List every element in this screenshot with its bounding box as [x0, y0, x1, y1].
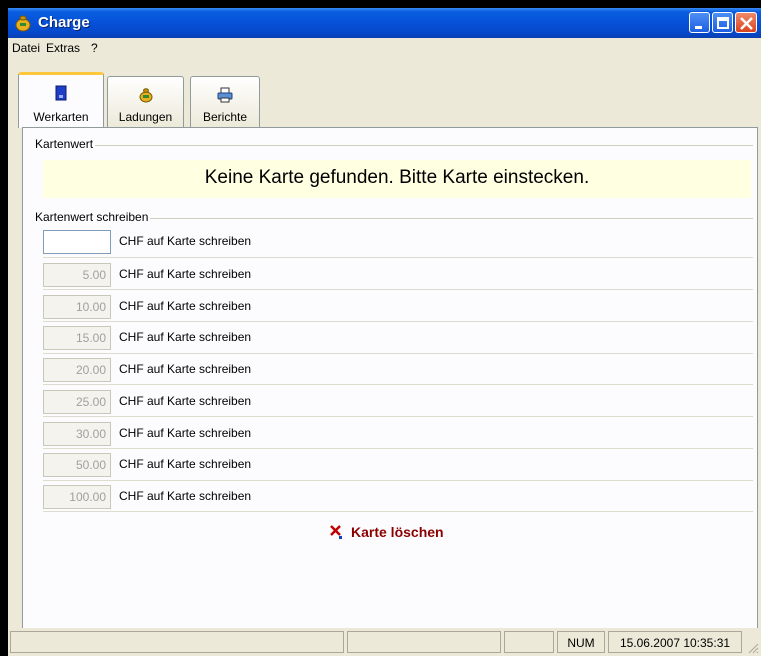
menu-datei[interactable]: Datei: [12, 41, 40, 55]
tab-strip: Werkarten Ladungen Berichte: [8, 58, 761, 128]
status-bar: NUM 15.06.2007 10:35:31: [8, 628, 761, 656]
tab-werkarten[interactable]: Werkarten: [18, 72, 104, 128]
title-bar[interactable]: Charge: [8, 8, 761, 38]
row-divider: [43, 448, 753, 449]
window-title: Charge: [38, 14, 90, 31]
row-divider: [43, 289, 753, 290]
row-divider: [43, 321, 753, 322]
group-label-kartenwert: Kartenwert: [35, 137, 96, 151]
tab-panel-werkarten: Kartenwert Keine Karte gefunden. Bitte K…: [22, 127, 758, 629]
minimize-icon: [695, 26, 702, 29]
datetime-text: 15.06.2007 10:35:31: [619, 636, 731, 650]
status-pane: [504, 631, 554, 653]
app-window: Charge Datei Extras ? Werkarten Ladungen…: [8, 8, 761, 656]
menu-help[interactable]: ?: [91, 41, 98, 55]
menu-extras[interactable]: Extras: [46, 41, 80, 55]
write-to-card-label[interactable]: CHF auf Karte schreiben: [119, 426, 251, 440]
datetime-pane: 15.06.2007 10:35:31: [608, 631, 742, 653]
row-divider: [43, 511, 753, 512]
preset-amount-field: 5.00: [43, 263, 111, 287]
resize-grip-icon[interactable]: [747, 642, 759, 654]
preset-amount-field: 20.00: [43, 358, 111, 382]
preset-amount-field: 10.00: [43, 295, 111, 319]
maximize-button[interactable]: [712, 12, 733, 33]
close-icon: [740, 17, 753, 30]
close-button[interactable]: [735, 12, 757, 33]
write-to-card-label[interactable]: CHF auf Karte schreiben: [119, 362, 251, 376]
custom-amount-input[interactable]: [43, 230, 111, 254]
preset-amount-field: 25.00: [43, 390, 111, 414]
status-pane: [347, 631, 501, 653]
card-status-message: Keine Karte gefunden. Bitte Karte einste…: [43, 160, 751, 198]
row-divider: [43, 353, 753, 354]
group-divider: [43, 145, 753, 146]
preset-amount-field: 30.00: [43, 422, 111, 446]
write-to-card-label[interactable]: CHF auf Karte schreiben: [119, 234, 251, 248]
delete-card-label: Karte löschen: [351, 524, 444, 540]
write-to-card-label[interactable]: CHF auf Karte schreiben: [119, 394, 251, 408]
write-to-card-label[interactable]: CHF auf Karte schreiben: [119, 299, 251, 313]
tab-ladungen[interactable]: Ladungen: [107, 76, 184, 128]
group-label-schreiben: Kartenwert schreiben: [35, 210, 151, 224]
write-to-card-label[interactable]: CHF auf Karte schreiben: [119, 457, 251, 471]
delete-x-icon: [330, 525, 342, 539]
row-divider: [43, 384, 753, 385]
row-divider: [43, 480, 753, 481]
tab-label: Ladungen: [118, 110, 173, 124]
row-divider: [43, 257, 753, 258]
status-message-text: Keine Karte gefunden. Bitte Karte einste…: [204, 167, 590, 188]
maximize-icon: [717, 17, 729, 29]
row-divider: [43, 416, 753, 417]
money-bag-icon: [15, 15, 31, 32]
preset-amount-field: 15.00: [43, 326, 111, 350]
status-pane: [10, 631, 344, 653]
menu-bar: Datei Extras ?: [8, 38, 761, 58]
preset-amount-field: 50.00: [43, 453, 111, 477]
preset-amount-field: 100.00: [43, 485, 111, 509]
minimize-button[interactable]: [689, 12, 710, 33]
num-lock-text: NUM: [567, 636, 595, 650]
money-bag-icon: [139, 88, 152, 103]
tab-label: Werkarten: [33, 110, 89, 124]
write-to-card-label[interactable]: CHF auf Karte schreiben: [119, 330, 251, 344]
num-lock-indicator: NUM: [557, 631, 605, 653]
tab-berichte[interactable]: Berichte: [190, 76, 260, 128]
tab-label: Berichte: [202, 110, 248, 124]
write-to-card-label[interactable]: CHF auf Karte schreiben: [119, 489, 251, 503]
write-to-card-label[interactable]: CHF auf Karte schreiben: [119, 267, 251, 281]
card-icon: [55, 85, 67, 101]
printer-icon: [217, 87, 233, 103]
